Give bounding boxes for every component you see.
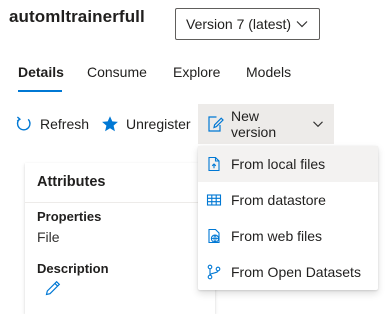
chevron-down-icon — [313, 121, 323, 128]
edit-document-icon — [208, 116, 224, 132]
unregister-button[interactable]: Unregister — [101, 104, 191, 144]
menu-item-local-files[interactable]: From local files — [198, 146, 378, 182]
branch-icon — [207, 264, 221, 280]
new-version-menu: From local files From datastore From web… — [198, 146, 378, 290]
menu-item-label: From Open Datasets — [231, 264, 361, 280]
refresh-label: Refresh — [40, 116, 90, 132]
new-version-button[interactable]: New version — [198, 104, 334, 144]
active-tab-indicator — [18, 90, 62, 92]
attributes-title: Attributes — [37, 174, 106, 190]
attributes-card-header: Attributes — [25, 163, 215, 203]
version-dropdown-value: Version 7 (latest) — [186, 16, 292, 32]
table-icon — [206, 194, 222, 206]
refresh-icon — [16, 116, 31, 131]
tab-explore[interactable]: Explore — [173, 62, 220, 94]
new-version-label: New version — [231, 108, 277, 140]
local-file-icon — [208, 156, 220, 172]
pencil-icon[interactable] — [44, 279, 62, 297]
menu-item-datastore[interactable]: From datastore — [198, 182, 378, 218]
menu-item-web-files[interactable]: From web files — [198, 218, 378, 254]
tab-bar: Details Consume Explore Models — [0, 62, 392, 98]
description-label: Description — [37, 261, 109, 276]
star-icon — [102, 116, 118, 132]
refresh-button[interactable]: Refresh — [15, 104, 89, 144]
attributes-card: Attributes Properties File Description — [25, 163, 215, 314]
tab-consume[interactable]: Consume — [87, 62, 147, 94]
dataset-details-page: automltrainerfull Version 7 (latest) Det… — [0, 0, 392, 314]
tab-models[interactable]: Models — [246, 62, 291, 94]
web-file-icon — [208, 228, 220, 244]
menu-item-label: From datastore — [231, 192, 326, 208]
properties-value: File — [37, 229, 60, 245]
menu-item-label: From web files — [231, 228, 323, 244]
unregister-label: Unregister — [126, 116, 191, 132]
version-dropdown[interactable]: Version 7 (latest) — [175, 8, 320, 40]
menu-item-open-datasets[interactable]: From Open Datasets — [198, 254, 378, 290]
dataset-title: automltrainerfull — [9, 7, 145, 26]
menu-item-label: From local files — [231, 156, 326, 172]
chevron-down-icon — [296, 21, 308, 28]
properties-label: Properties — [37, 209, 102, 224]
